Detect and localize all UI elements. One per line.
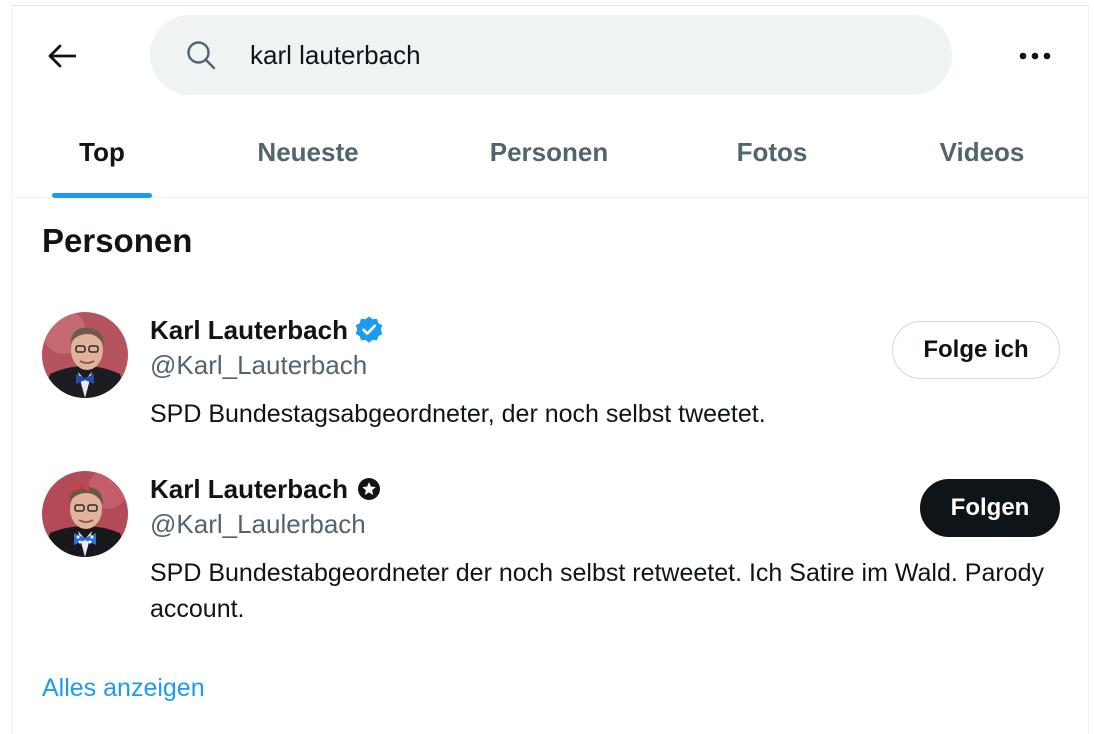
verified-badge-icon: [354, 315, 384, 345]
search-results-panel: Top Neueste Personen Fotos Videos Person…: [11, 5, 1089, 734]
tab-label: Videos: [939, 136, 1025, 167]
user-name[interactable]: Karl Lauterbach: [150, 315, 348, 346]
user-handle: @Karl_Lauterbach: [150, 350, 368, 380]
tab-personen[interactable]: Personen: [472, 106, 626, 198]
user-handle: @Karl_Laulerbach: [150, 509, 366, 539]
user-name-line: Karl Lauterbach: [150, 312, 384, 348]
back-button[interactable]: [40, 34, 84, 78]
avatar-image: [42, 312, 128, 398]
show-all-link[interactable]: Alles anzeigen: [42, 674, 205, 703]
user-cell-2[interactable]: Karl Lauterbach @Karl_Laulerbach SPD Bun…: [12, 471, 1088, 631]
search-bar[interactable]: [150, 15, 952, 95]
tab-label: Neueste: [257, 136, 359, 167]
search-header: [12, 6, 1088, 106]
follow-button[interactable]: Folgen: [920, 479, 1060, 537]
more-options-button[interactable]: [1012, 34, 1058, 78]
tab-top[interactable]: Top: [52, 106, 152, 198]
tab-label: Personen: [489, 136, 609, 167]
magnifier-icon: [187, 41, 216, 70]
tab-label: Top: [79, 136, 125, 167]
avatar[interactable]: [42, 471, 128, 557]
search-tabs: Top Neueste Personen Fotos Videos: [12, 106, 1088, 198]
search-input[interactable]: [250, 35, 910, 75]
user-cell-1[interactable]: Karl Lauterbach @Karl_Lauterbach SPD Bun…: [12, 312, 1088, 432]
tab-neueste[interactable]: Neueste: [237, 106, 379, 198]
more-horizontal-icon: [1019, 52, 1051, 60]
avatar[interactable]: [42, 312, 128, 398]
avatar-image: [42, 471, 128, 557]
tab-fotos[interactable]: Fotos: [717, 106, 827, 198]
user-bio: SPD Bundestagsabgeordneter, der noch sel…: [150, 400, 766, 428]
tab-label: Fotos: [736, 136, 808, 167]
user-name-line: Karl Lauterbach: [150, 471, 384, 507]
active-tab-indicator: [52, 193, 152, 198]
section-title: Personen: [42, 222, 193, 259]
following-button[interactable]: Folge ich: [892, 321, 1060, 379]
user-name[interactable]: Karl Lauterbach: [150, 474, 348, 505]
tab-videos[interactable]: Videos: [922, 106, 1042, 198]
arrow-left-icon: [48, 44, 76, 68]
star-badge-icon: [354, 474, 384, 504]
user-bio: SPD Bundestabgeordneter der noch selbst …: [150, 559, 1044, 623]
